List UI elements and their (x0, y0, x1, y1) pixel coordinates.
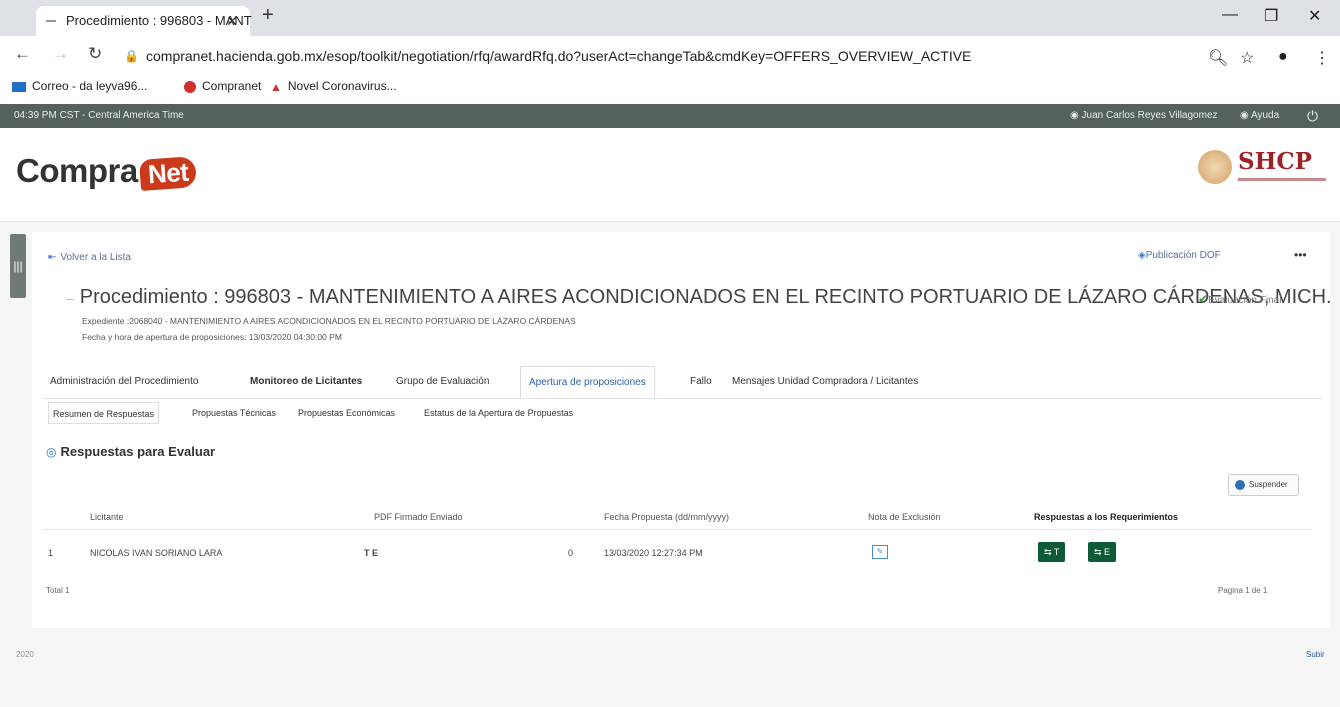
browser-tab-bar: Procedimiento : 996803 - MANT ✕ + — ❐ ✕ (0, 0, 1340, 36)
subtab-estatus[interactable]: Estatus de la Apertura de Propuestas (420, 402, 577, 424)
tab-administracion[interactable]: Administración del Procedimiento (42, 366, 206, 398)
user-menu[interactable]: ◉ Juan Carlos Reyes Villagomez (1070, 104, 1218, 128)
table-row: 1 NICOLAS IVAN SORIANO LARA T E 0 13/03/… (42, 538, 1312, 568)
help-menu[interactable]: ◉ Ayuda (1240, 104, 1279, 128)
forward-arrow-icon[interactable]: → (52, 44, 69, 64)
subtab-resumen[interactable]: Resumen de Respuestas (48, 402, 160, 424)
pdf-status: T E (364, 548, 379, 558)
app-top-strip: 04:39 PM CST - Central America Time ◉ Ju… (0, 104, 1340, 128)
sidebar-toggle[interactable]: ||| (10, 234, 26, 298)
close-tab-icon[interactable]: ✕ (226, 6, 238, 36)
section-title: ◎ Respuestas para Evaluar (46, 444, 216, 459)
tab-apertura[interactable]: Apertura de proposiciones (520, 366, 655, 398)
tab-title: Procedimiento : 996803 - MANT (66, 13, 252, 28)
row-count: 0 (568, 548, 574, 558)
bookmark-compranet[interactable]: Compranet (184, 79, 261, 93)
mail-icon (12, 81, 26, 92)
profile-icon[interactable]: ● (1278, 48, 1288, 66)
subtab-economicas[interactable]: Propuestas Económicas (294, 402, 399, 424)
help-icon: ◉ (1240, 110, 1251, 121)
col-respuestas: Respuestas a los Requerimientos (1034, 512, 1179, 522)
lock-icon: 🔒 (124, 49, 139, 63)
back-to-list-link[interactable]: ⇤ Volver a la Lista (48, 252, 131, 263)
page-title: – Procedimiento : 996803 - MANTENIMIENTO … (66, 286, 1332, 308)
collapse-icon[interactable]: – (66, 290, 74, 306)
url-text: compranet.hacienda.gob.mx/esop/toolkit/n… (146, 48, 972, 64)
restore-icon[interactable]: ❐ (1264, 6, 1278, 26)
flow-icon: ⇆ (1094, 547, 1105, 557)
check-icon: ✔ (1198, 292, 1209, 306)
publicacion-dof-link[interactable]: ◈Publicación DOF (1138, 250, 1221, 261)
shcp-logo: SHCP (1198, 148, 1328, 190)
row-number: 1 (48, 548, 54, 558)
back-arrow-icon[interactable]: ← (14, 44, 31, 64)
expediente-label: Expediente :2068040 - MANTENIMIENTO A AI… (82, 316, 576, 326)
power-icon[interactable]: ⏻ (1307, 104, 1318, 128)
user-icon: ◉ (1070, 110, 1082, 121)
minimize-icon[interactable]: — (1222, 6, 1238, 24)
close-window-icon[interactable]: ✕ (1308, 6, 1321, 26)
col-licitante[interactable]: Licitante (90, 512, 124, 522)
more-options-icon[interactable]: ••• (1294, 248, 1307, 262)
tab-monitoreo[interactable]: Monitoreo de Licitantes (242, 366, 370, 398)
new-tab-icon[interactable]: + (262, 4, 274, 27)
col-nota[interactable]: Nota de Exclusión (868, 512, 941, 522)
bookmark-coronavirus[interactable]: ▲ Novel Coronavirus... (270, 79, 397, 94)
bookmark-correo[interactable]: Correo - da leyva96... (12, 79, 147, 93)
flow-icon: ⇆ (1044, 547, 1054, 557)
col-fecha[interactable]: Fecha Propuesta (dd/mm/yyyy) (604, 512, 729, 522)
url-input[interactable]: 🔒 compranet.hacienda.gob.mx/esop/toolkit… (118, 41, 1188, 71)
main-panel: ⇤ Volver a la Lista ◈Publicación DOF ••• … (32, 232, 1332, 628)
back-list-icon: ⇤ (48, 252, 57, 263)
subtab-tecnicas[interactable]: Propuestas Técnicas (188, 402, 280, 424)
fecha-apertura-label: Fecha y hora de apertura de proposicione… (82, 332, 342, 342)
compranet-logo: Compra Net (16, 152, 198, 191)
table-header: Licitante PDF Firmado Enviado Fecha Prop… (42, 508, 1312, 530)
reload-icon[interactable]: ↻ (88, 44, 102, 64)
timezone-label: 04:39 PM CST - Central America Time (14, 110, 184, 121)
bookmark-star-icon[interactable]: ☆ (1240, 48, 1254, 68)
suspend-icon (1235, 479, 1245, 490)
tab-mensajes[interactable]: Mensajes Unidad Compradora / Licitantes (724, 366, 926, 398)
bookmarks-bar: Correo - da leyva96... Compranet ▲ Novel … (0, 76, 1340, 100)
zoom-icon[interactable]: 🔍︎ (1208, 48, 1228, 68)
economica-response-button[interactable]: ⇆ E (1088, 542, 1117, 562)
publish-icon: ◈ (1138, 250, 1146, 261)
alert-icon: ▲ (270, 79, 282, 94)
compranet-icon (184, 80, 196, 93)
menu-kebab-icon[interactable]: ⋮ (1314, 48, 1330, 68)
tab-grupo[interactable]: Grupo de Evaluación (388, 366, 497, 398)
footer-year: 2020 (16, 650, 34, 659)
scroll-top-link[interactable]: Subir (1306, 650, 1325, 659)
suspend-button[interactable]: Suspender (1228, 474, 1299, 496)
brand-bar: Compra Net SHCP (0, 128, 1340, 222)
tecnica-response-button[interactable]: ⇆ T (1038, 542, 1066, 562)
edit-note-icon[interactable]: ✎ (872, 545, 888, 559)
page-icon (46, 20, 56, 22)
licitante-name[interactable]: NICOLAS IVAN SORIANO LARA (90, 548, 222, 558)
status-badge: ✔Evaluación Final (1198, 292, 1282, 306)
total-count: Total 1 (46, 586, 70, 595)
handle-icon: ||| (13, 259, 23, 273)
seal-icon (1198, 150, 1232, 184)
tab-fallo[interactable]: Fallo (682, 366, 720, 398)
pagination-label: Pagina 1 de 1 (1218, 586, 1268, 595)
col-pdf[interactable]: PDF Firmado Enviado (374, 512, 463, 522)
address-bar: ← → ↻ 🔒 compranet.hacienda.gob.mx/esop/t… (0, 36, 1340, 76)
fecha-propuesta: 13/03/2020 12:27:34 PM (604, 548, 703, 558)
browser-tab[interactable]: Procedimiento : 996803 - MANT ✕ (36, 6, 252, 36)
refresh-icon[interactable]: ◎ (46, 445, 56, 459)
